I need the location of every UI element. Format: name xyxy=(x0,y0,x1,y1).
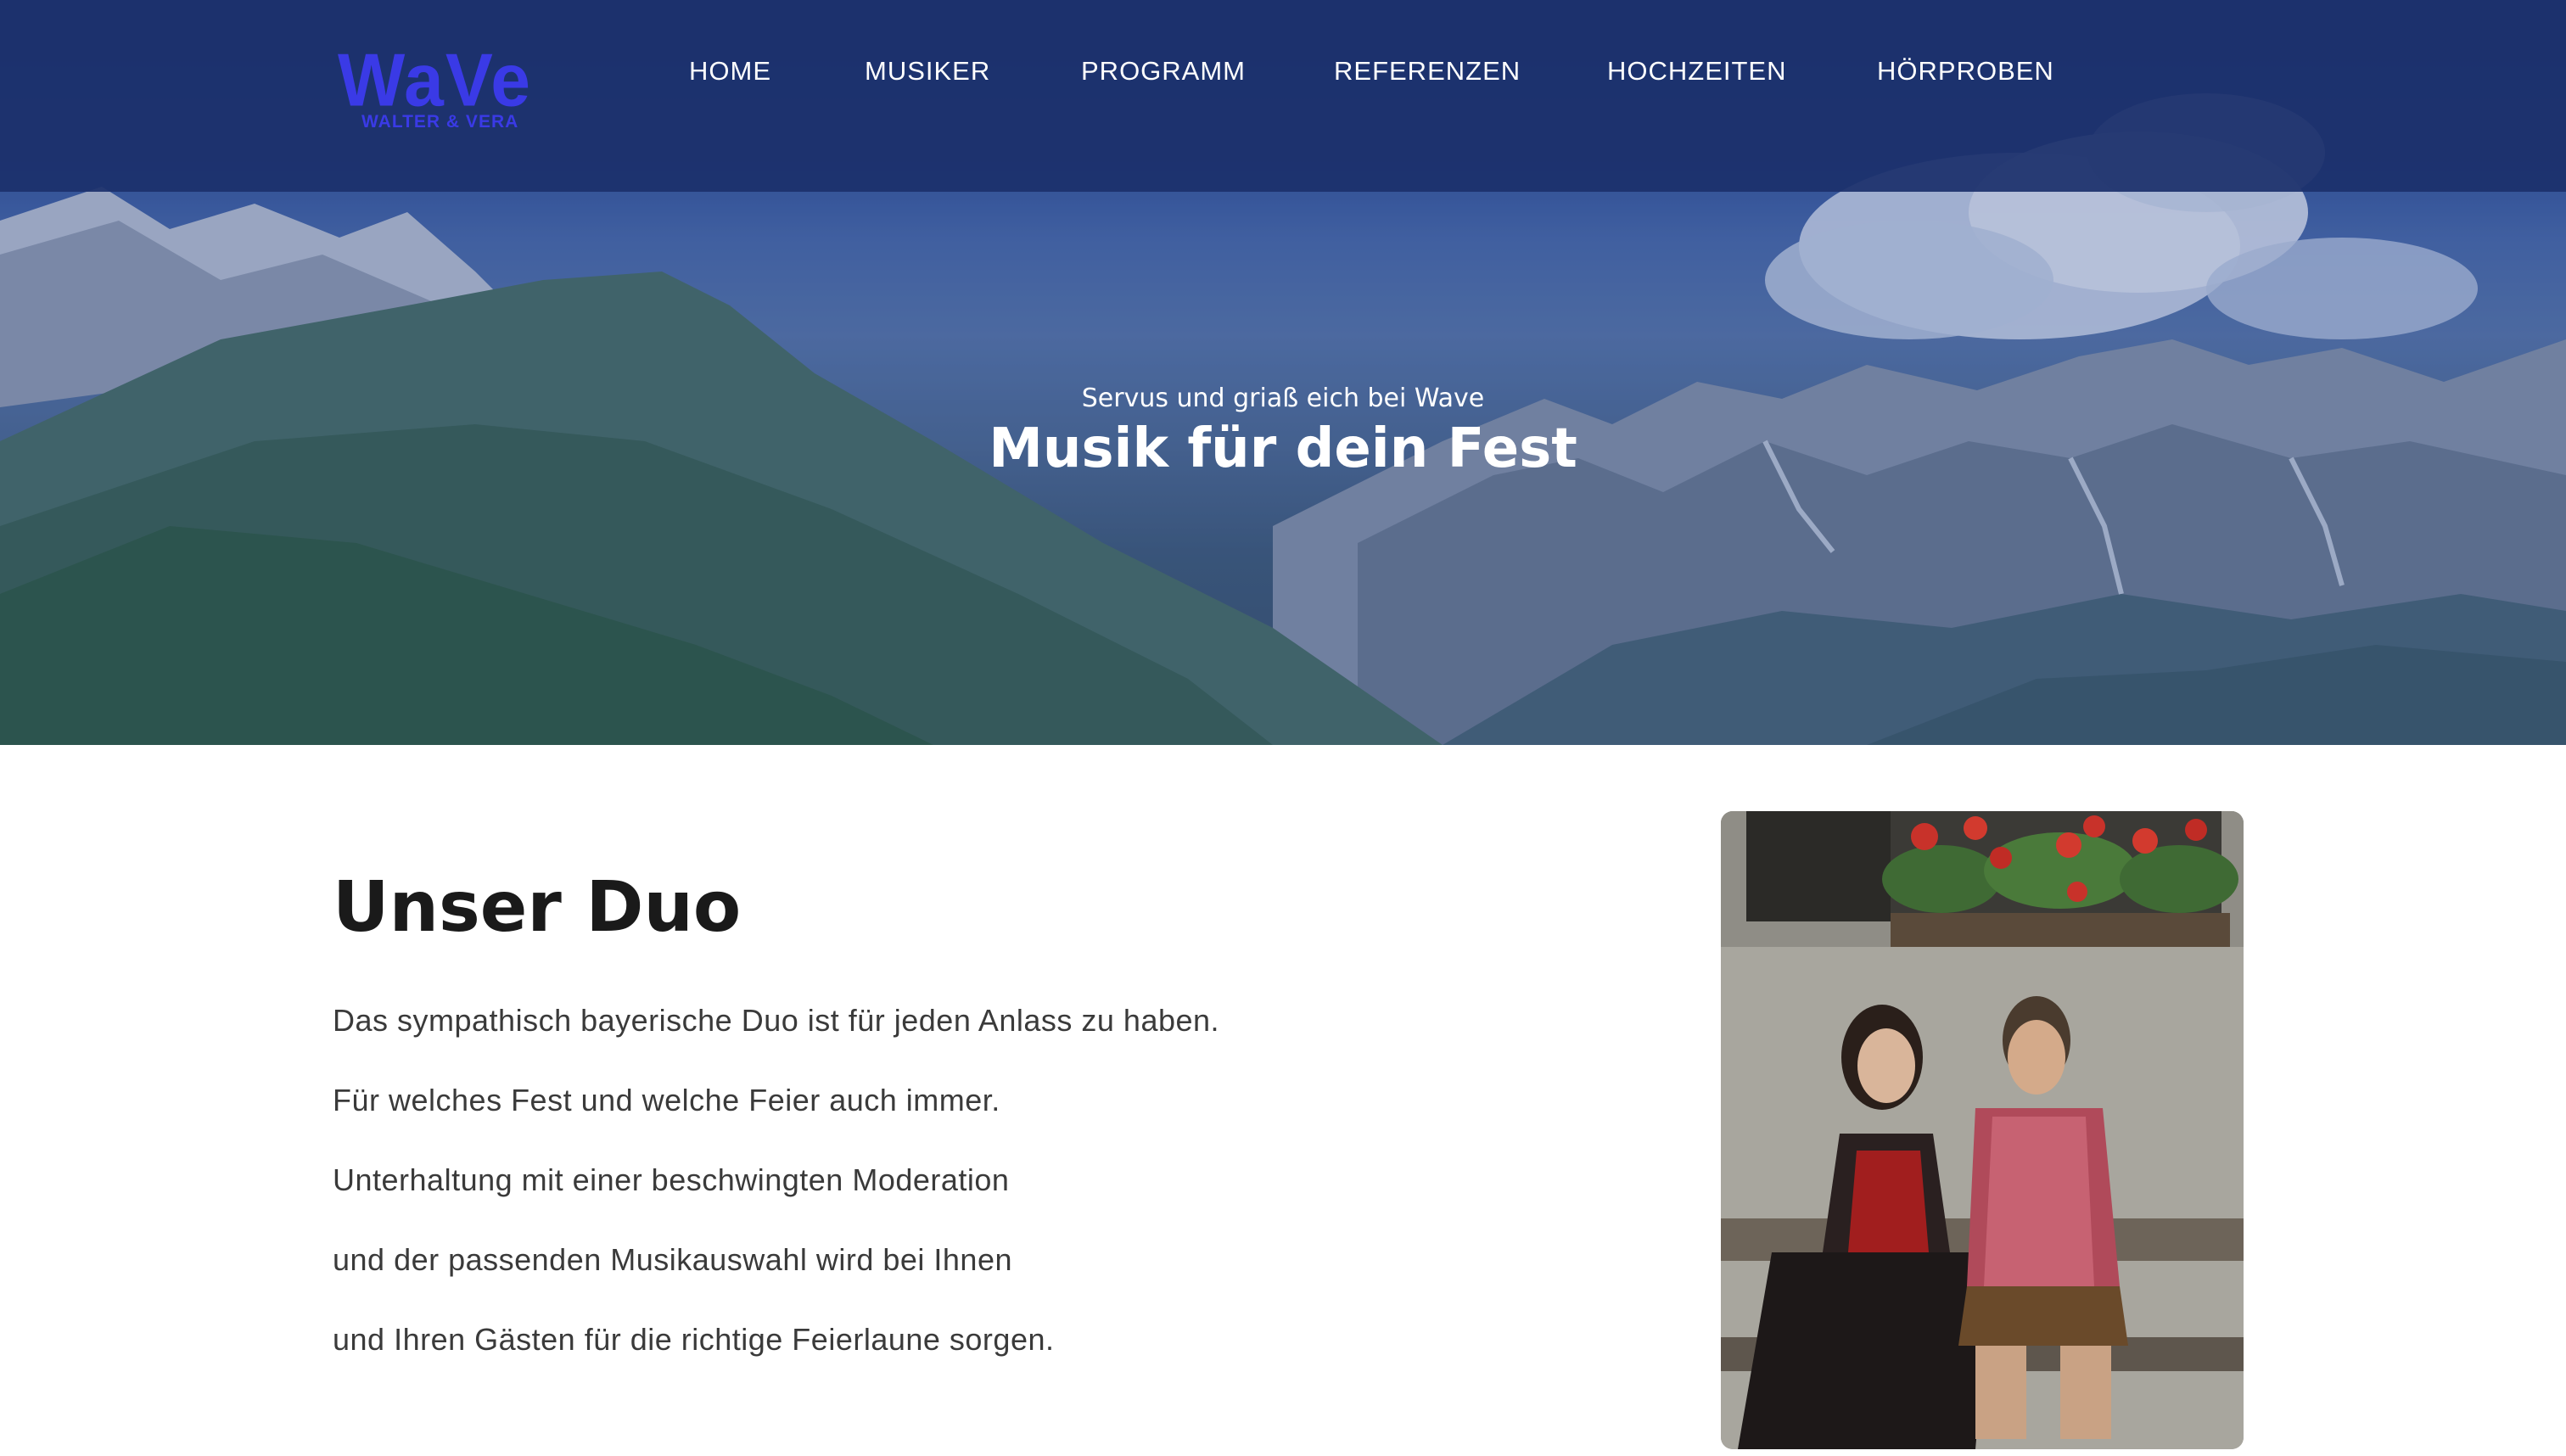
intro-paragraph: und Ihren Gästen für die richtige Feierl… xyxy=(333,1322,1055,1357)
logo-subtitle: WALTER & VERA xyxy=(361,112,519,132)
nav-item-home[interactable]: HOME xyxy=(689,56,771,87)
top-navbar: WaVe WALTER & VERA HOME MUSIKER PROGRAMM… xyxy=(0,0,2566,192)
nav-item-musiker[interactable]: MUSIKER xyxy=(865,56,990,87)
intro-paragraph: und der passenden Musikauswahl wird bei … xyxy=(333,1242,1012,1277)
intro-paragraph: Unterhaltung mit einer beschwingten Mode… xyxy=(333,1162,1010,1197)
nav-item-programm[interactable]: PROGRAMM xyxy=(1081,56,1246,87)
section-title: Unser Duo xyxy=(333,867,742,948)
duo-photo xyxy=(1721,811,2244,1449)
hero-title: Musik für dein Fest xyxy=(989,417,1577,480)
intro-paragraph: Für welches Fest und welche Feier auch i… xyxy=(333,1083,1000,1117)
intro-paragraph: Das sympathisch bayerische Duo ist für j… xyxy=(333,1003,1220,1038)
logo-wordmark: WaVe xyxy=(338,37,532,122)
nav-item-hoerproben[interactable]: HÖRPROBEN xyxy=(1877,56,2054,87)
nav-item-referenzen[interactable]: REFERENZEN xyxy=(1334,56,1521,87)
wave-logo[interactable]: WaVe WALTER & VERA xyxy=(338,42,530,137)
hero-subtitle: Servus und griaß eich bei Wave xyxy=(1081,384,1485,413)
nav-item-hochzeiten[interactable]: HOCHZEITEN xyxy=(1607,56,1787,87)
